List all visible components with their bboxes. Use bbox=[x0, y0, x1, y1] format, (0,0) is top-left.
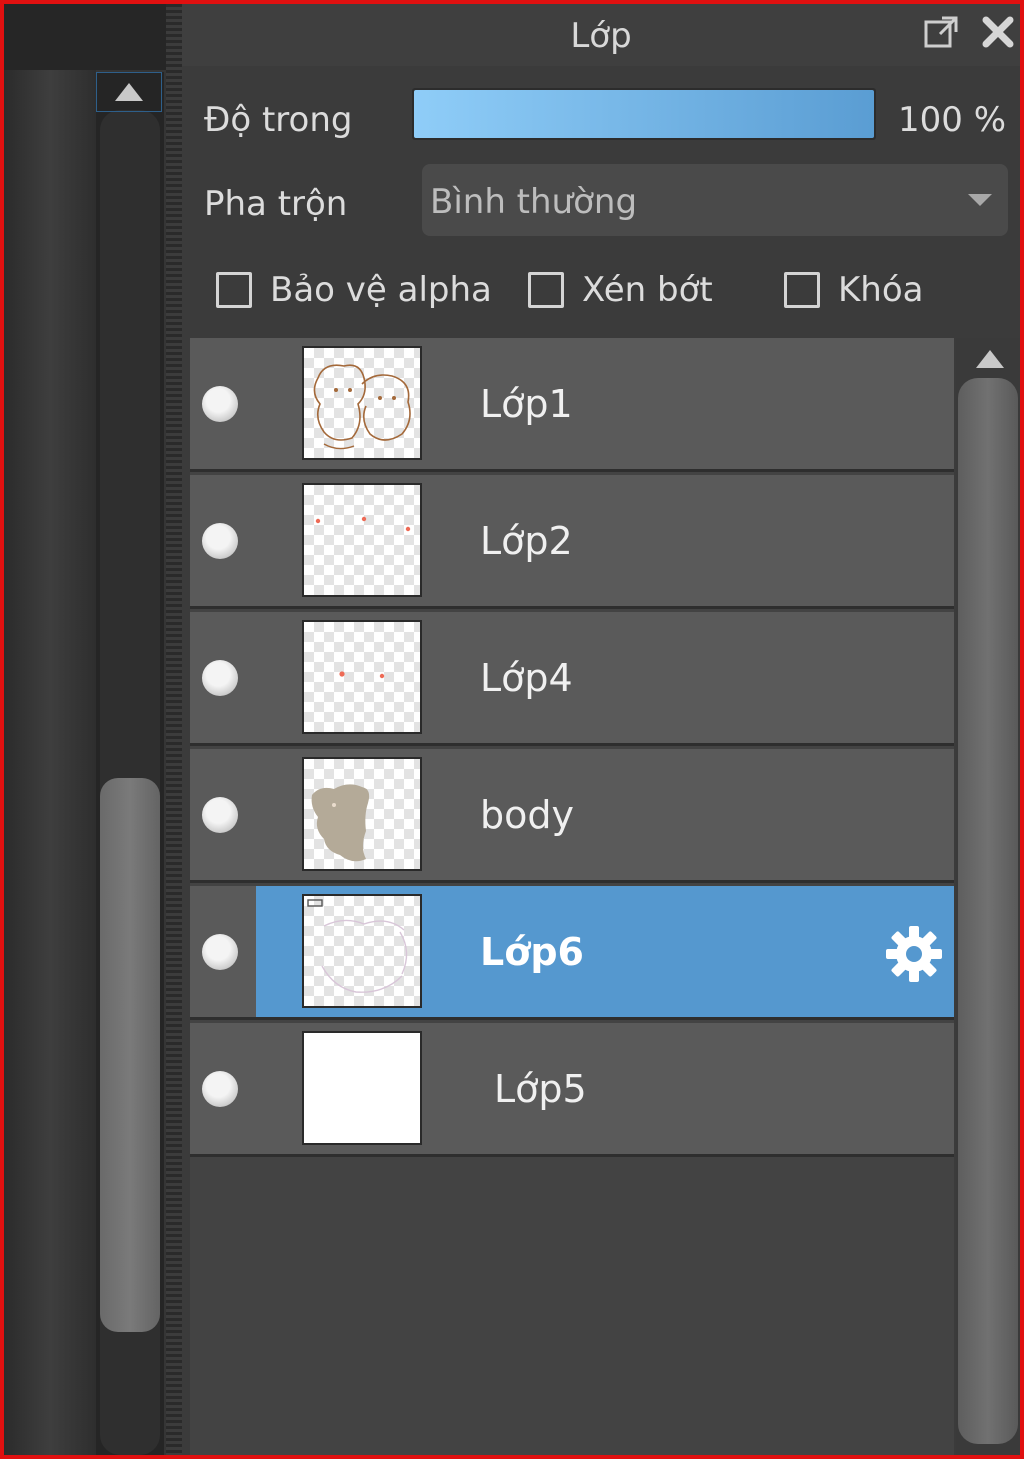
left-scrollbar-thumb[interactable] bbox=[100, 778, 160, 1332]
layer-name: Lớp5 bbox=[494, 1067, 587, 1111]
left-edge bbox=[4, 70, 96, 1455]
visibility-toggle-icon[interactable] bbox=[202, 934, 238, 970]
protect-alpha-label: Bảo vệ alpha bbox=[270, 270, 492, 310]
blend-mode-select[interactable]: Bình thường bbox=[422, 164, 1008, 236]
chevron-down-icon bbox=[968, 194, 992, 206]
layer-row[interactable]: Lớp2 bbox=[190, 475, 954, 609]
opacity-slider[interactable] bbox=[412, 88, 876, 140]
layer-thumbnail bbox=[302, 757, 422, 871]
layer-panel: Lớp Độ trong 100 % Pha trộn Bình thường … bbox=[182, 4, 1020, 1455]
visibility-toggle-icon[interactable] bbox=[202, 386, 238, 422]
lock-checkbox[interactable] bbox=[784, 272, 820, 308]
layer-name: Lớp1 bbox=[480, 382, 573, 426]
left-top-bar bbox=[4, 4, 180, 70]
close-icon[interactable] bbox=[978, 12, 1018, 52]
visibility-toggle-icon[interactable] bbox=[202, 523, 238, 559]
layer-name: body bbox=[480, 793, 574, 837]
layer-row[interactable]: Lớp6 bbox=[190, 886, 954, 1020]
layer-scroll-up-button[interactable] bbox=[970, 344, 1010, 374]
layer-thumbnail bbox=[302, 620, 422, 734]
blend-mode-value: Bình thường bbox=[430, 182, 638, 222]
layer-window: Lớp Độ trong 100 % Pha trộn Bình thường … bbox=[4, 4, 1020, 1455]
layer-name: Lớp4 bbox=[480, 656, 573, 700]
layer-name: Lớp6 bbox=[480, 930, 584, 974]
layer-row[interactable]: body bbox=[190, 749, 954, 883]
visibility-toggle-icon[interactable] bbox=[202, 660, 238, 696]
panel-title: Lớp bbox=[570, 16, 632, 56]
arrow-up-icon bbox=[976, 350, 1004, 368]
layer-name: Lớp2 bbox=[480, 519, 573, 563]
protect-alpha-checkbox[interactable] bbox=[216, 272, 252, 308]
blend-label: Pha trộn bbox=[204, 184, 348, 224]
arrow-up-icon bbox=[115, 83, 143, 101]
gear-icon[interactable] bbox=[882, 922, 946, 986]
layer-thumbnail bbox=[302, 346, 422, 460]
layer-row[interactable]: Lớp1 bbox=[190, 338, 954, 472]
layer-list-scrollbar-thumb[interactable] bbox=[958, 378, 1018, 1444]
clipping-checkbox[interactable] bbox=[528, 272, 564, 308]
popout-icon[interactable] bbox=[922, 12, 962, 52]
clipping-label: Xén bớt bbox=[582, 270, 713, 310]
opacity-slider-fill bbox=[414, 90, 874, 138]
layer-row[interactable]: Lớp5 bbox=[190, 1023, 954, 1157]
layer-thumbnail bbox=[302, 894, 422, 1008]
layer-row[interactable]: Lớp4 bbox=[190, 612, 954, 746]
opacity-value: 100 % bbox=[898, 100, 1007, 140]
layer-thumbnail bbox=[302, 1031, 422, 1145]
left-scroll-up-button[interactable] bbox=[96, 72, 162, 112]
layer-list: Lớp1 Lớp2 Lớp4 body Lớp6 Lớp5 bbox=[190, 338, 954, 1455]
visibility-toggle-icon[interactable] bbox=[202, 1071, 238, 1107]
visibility-toggle-icon[interactable] bbox=[202, 797, 238, 833]
panel-header: Lớp bbox=[182, 4, 1020, 66]
opacity-label: Độ trong bbox=[204, 100, 353, 140]
panel-splitter[interactable] bbox=[166, 4, 182, 1455]
layer-thumbnail bbox=[302, 483, 422, 597]
lock-label: Khóa bbox=[838, 270, 924, 310]
